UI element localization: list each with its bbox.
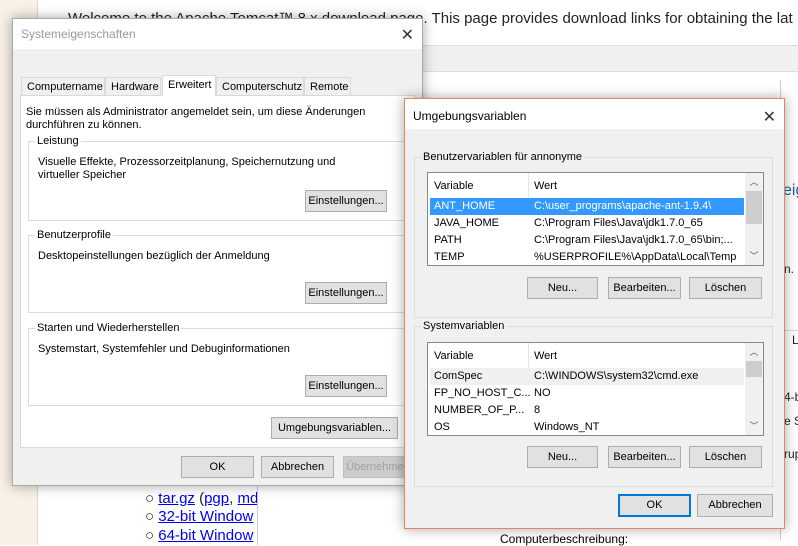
performance-group: Leistung Visuelle Effekte, Prozessorzeit… — [28, 135, 406, 221]
chevron-up-icon[interactable]: ︿ — [745, 345, 763, 358]
column-value[interactable]: Wert — [534, 350, 557, 362]
bg-fragment: eig — [783, 182, 798, 199]
download-item: ○ tar.gz (pgp, md — [145, 490, 259, 507]
md5-link[interactable]: md — [237, 490, 258, 507]
download-item: ○ 32-bit Window — [145, 508, 254, 525]
group-text: Visuelle Effekte, Prozessorzeitplanung, … — [38, 156, 336, 181]
environment-variables-button[interactable]: Umgebungsvariablen... — [271, 417, 398, 439]
chevron-down-icon[interactable]: ﹀ — [745, 249, 763, 262]
table-row[interactable]: NUMBER_OF_P... 8 — [430, 402, 744, 419]
ok-button[interactable]: OK — [618, 494, 691, 517]
performance-settings-button[interactable]: Einstellungen... — [305, 190, 387, 212]
system-edit-button[interactable]: Bearbeiten... — [608, 446, 681, 468]
group-label: Systemvariablen — [421, 320, 507, 332]
column-value[interactable]: Wert — [534, 180, 557, 192]
table-row[interactable]: FP_NO_HOST_C... NO — [430, 385, 744, 402]
title-bar: Systemeigenschaften ✕ — [13, 19, 422, 49]
computer-description-label: Computerbeschreibung: — [500, 532, 629, 546]
tab-erweitert[interactable]: Erweitert — [162, 75, 216, 96]
bg-fragment: e S — [784, 414, 798, 428]
system-properties-dialog: Systemeigenschaften ✕ Computername Hardwa… — [12, 18, 423, 486]
win64-link[interactable]: 64-bit Window — [158, 527, 253, 544]
group-text: Desktopeinstellungen bezüglich der Anmel… — [38, 250, 270, 262]
group-label: Starten und Wiederherstellen — [35, 322, 182, 334]
chevron-up-icon[interactable]: ︿ — [745, 175, 763, 188]
tab-remote[interactable]: Remote — [304, 77, 351, 96]
user-edit-button[interactable]: Bearbeiten... — [608, 277, 681, 299]
tab-computername[interactable]: Computername — [21, 77, 105, 96]
user-profiles-group: Benutzerprofile Desktopeinstellungen bez… — [28, 229, 406, 313]
column-variable[interactable]: Variable — [434, 180, 474, 192]
title-bar: Umgebungsvariablen ✕ — [405, 99, 784, 129]
dialog-title: Umgebungsvariablen — [413, 109, 527, 123]
dialog-title: Systemeigenschaften — [21, 27, 136, 41]
close-icon[interactable]: ✕ — [763, 107, 776, 127]
table-row[interactable]: TEMP %USERPROFILE%\AppData\Local\Temp — [430, 249, 744, 265]
bg-fragment: 4-b — [784, 390, 798, 404]
group-label: Benutzervariablen für annonyme — [421, 151, 584, 163]
system-delete-button[interactable]: Löschen — [689, 446, 762, 468]
system-variables-list[interactable]: Variable Wert ComSpec C:\WINDOWS\system32\… — [427, 342, 764, 436]
system-variables-group: Systemvariablen Variable Wert ComSpec C:\W… — [414, 320, 773, 487]
user-delete-button[interactable]: Löschen — [689, 277, 762, 299]
list-header: Variable Wert — [428, 343, 744, 368]
scrollbar-thumb[interactable] — [746, 361, 762, 377]
scrollbar-thumb[interactable] — [746, 191, 762, 224]
startup-settings-button[interactable]: Einstellungen... — [305, 375, 387, 397]
cancel-button[interactable]: Abbrechen — [697, 494, 773, 517]
scrollbar[interactable]: ︿ ﹀ — [745, 173, 763, 265]
table-row[interactable]: JAVA_HOME C:\Program Files\Java\jdk1.7.0_… — [430, 215, 744, 232]
tab-computerschutz[interactable]: Computerschutz — [216, 77, 304, 96]
bg-fragment: L — [792, 333, 798, 347]
bg-fragment: n. — [784, 262, 795, 276]
admin-note: Sie müssen als Administrator angemeldet … — [26, 106, 366, 131]
user-new-button[interactable]: Neu... — [527, 277, 598, 299]
environment-variables-dialog: Umgebungsvariablen ✕ Benutzervariablen fü… — [404, 98, 785, 529]
win32-link[interactable]: 32-bit Window — [158, 508, 253, 525]
list-header: Variable Wert — [428, 173, 744, 198]
bg-fragment: rup — [784, 447, 798, 461]
group-label: Benutzerprofile — [35, 229, 113, 241]
table-row[interactable]: OS Windows_NT — [430, 419, 744, 435]
profiles-settings-button[interactable]: Einstellungen... — [305, 282, 387, 304]
scrollbar[interactable]: ︿ ﹀ — [745, 343, 763, 435]
user-variables-group: Benutzervariablen für annonyme Variable W… — [414, 151, 773, 318]
column-variable[interactable]: Variable — [434, 350, 474, 362]
table-row[interactable]: ComSpec C:\WINDOWS\system32\cmd.exe — [430, 368, 744, 385]
close-icon[interactable]: ✕ — [401, 25, 414, 45]
table-row[interactable]: ANT_HOME C:\user_programs\apache-ant-1.9.… — [430, 198, 744, 215]
group-label: Leistung — [35, 135, 81, 147]
apply-button[interactable]: Übernehmen — [343, 456, 413, 478]
pgp-link[interactable]: pgp — [204, 490, 229, 507]
table-row[interactable]: PATH C:\Program Files\Java\jdk1.7.0_65\bi… — [430, 232, 744, 249]
user-variables-list[interactable]: Variable Wert ANT_HOME C:\user_programs\ap… — [427, 172, 764, 266]
system-new-button[interactable]: Neu... — [527, 446, 598, 468]
startup-recovery-group: Starten und Wiederherstellen Systemstart… — [28, 322, 406, 406]
download-item: ○ 64-bit Window — [145, 527, 254, 544]
group-text: Systemstart, Systemfehler und Debuginfor… — [38, 343, 290, 355]
cancel-button[interactable]: Abbrechen — [261, 456, 334, 478]
ok-button[interactable]: OK — [181, 456, 254, 478]
tab-hardware[interactable]: Hardware — [105, 77, 161, 96]
targz-link[interactable]: tar.gz — [158, 490, 195, 507]
chevron-down-icon[interactable]: ﹀ — [745, 419, 763, 432]
tab-panel: Sie müssen als Administrator angemeldet … — [20, 95, 415, 448]
